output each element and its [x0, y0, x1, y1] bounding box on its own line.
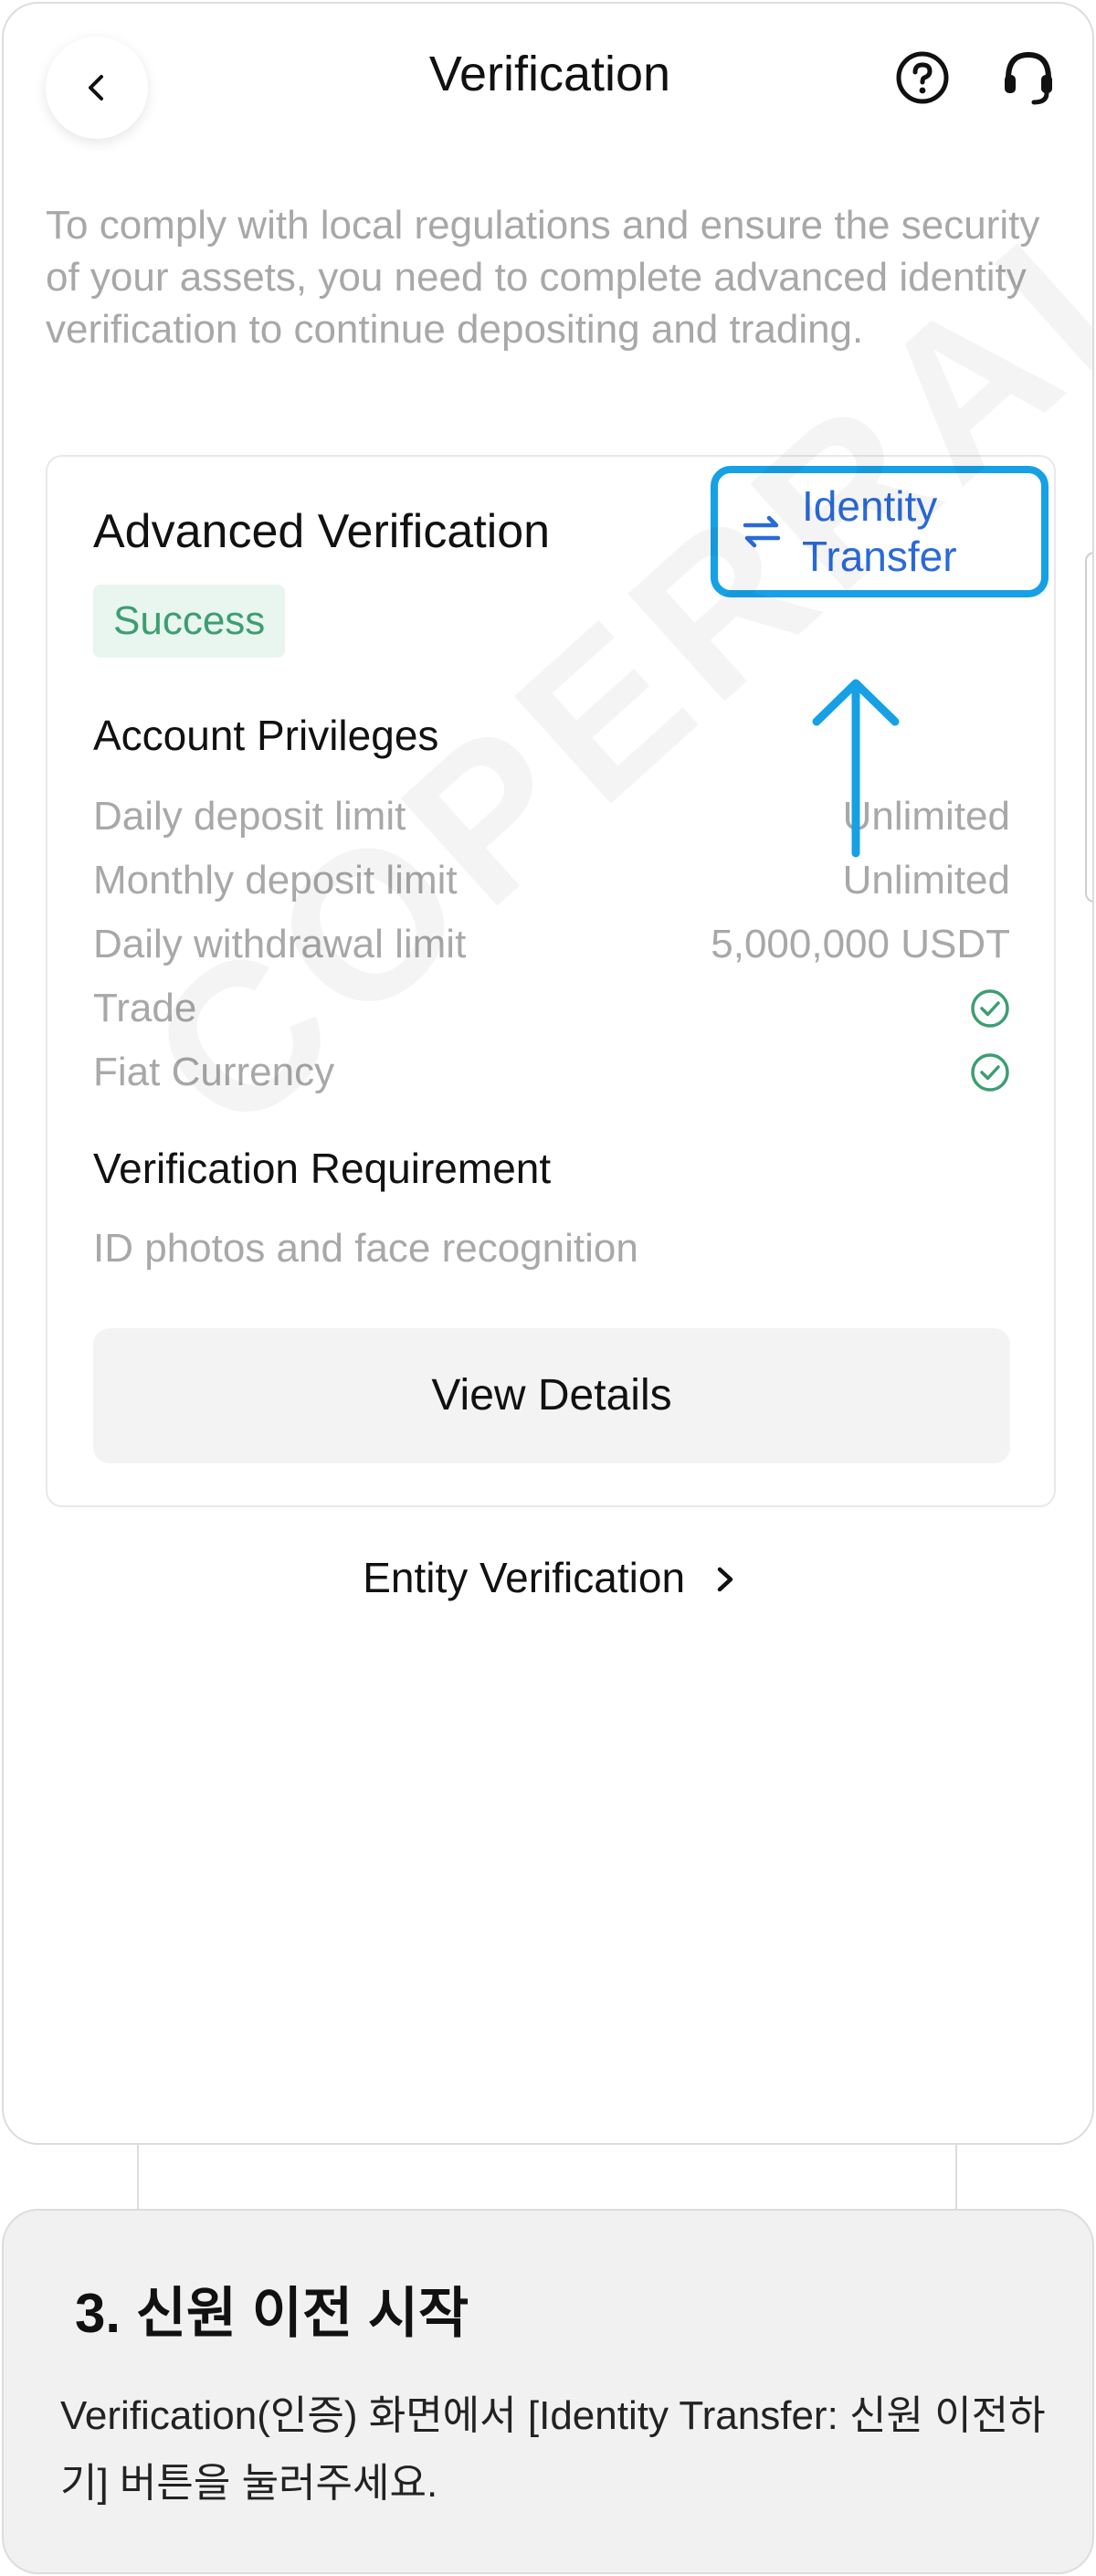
identity-transfer-label: Identity Transfer [802, 481, 957, 582]
connector-line [137, 2145, 139, 2211]
side-scroll-handle [1085, 552, 1092, 903]
headset-icon[interactable] [999, 46, 1058, 110]
privileges-heading: Account Privileges [93, 712, 439, 759]
entity-verification-link[interactable]: Entity Verification [4, 1553, 1092, 1602]
privilege-value: Unlimited [842, 858, 1010, 903]
arrow-up-annotation-icon [812, 679, 900, 858]
privilege-row: Trade [93, 981, 1010, 1036]
identity-transfer-button[interactable]: Identity Transfer [711, 466, 1049, 597]
requirement-heading: Verification Requirement [93, 1145, 552, 1192]
caption-body: Verification(인증) 화면에서 [Identity Transfer… [60, 2393, 1046, 2506]
swap-arrows-icon [743, 515, 781, 548]
identity-transfer-line2: Transfer [802, 533, 957, 580]
privilege-label: Daily deposit limit [93, 794, 406, 839]
phone-screen: Verification To comply with local regula… [2, 2, 1094, 2145]
privilege-row: Daily withdrawal limit 5,000,000 USDT [93, 917, 1010, 972]
connector-line [955, 2145, 957, 2211]
privilege-value: 5,000,000 USDT [711, 922, 1010, 966]
question-circle-icon[interactable] [894, 49, 951, 106]
chevron-right-icon [717, 1567, 733, 1592]
privilege-label: Fiat Currency [93, 1050, 335, 1094]
requirement-text: ID photos and face recognition [93, 1226, 638, 1271]
view-details-button[interactable]: View Details [93, 1328, 1010, 1463]
identity-transfer-line1: Identity [802, 482, 938, 530]
caption-title: 3. 신원 이전 시작 [75, 2283, 469, 2344]
intro-text: To comply with local regulations and ens… [46, 203, 1040, 352]
card-title: Advanced Verification [93, 505, 551, 558]
check-circle-icon [971, 989, 1009, 1028]
status-badge: Success [93, 585, 286, 658]
entity-verification-label: Entity Verification [363, 1554, 686, 1601]
step-caption: 3. 신원 이전 시작 Verification(인증) 화면에서 [Ident… [2, 2209, 1094, 2574]
advanced-verification-card: Advanced Verification Identity Transfer … [46, 455, 1056, 1507]
privilege-label: Trade [93, 986, 197, 1030]
privilege-label: Daily withdrawal limit [93, 922, 467, 966]
check-circle-icon [971, 1053, 1009, 1092]
privilege-row: Fiat Currency [93, 1045, 1010, 1100]
privilege-label: Monthly deposit limit [93, 858, 458, 903]
